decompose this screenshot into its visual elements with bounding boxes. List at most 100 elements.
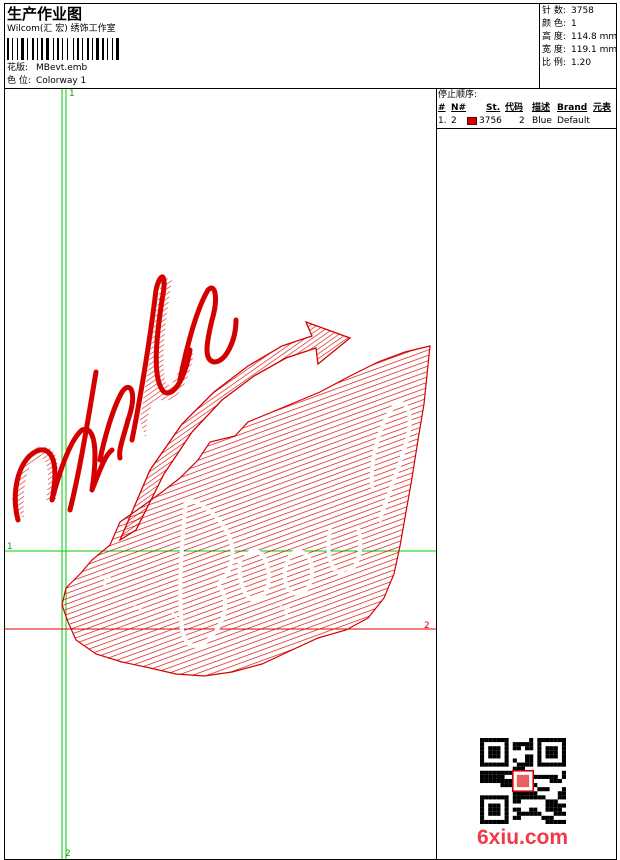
qr-module	[541, 815, 546, 820]
row-stitches: 3756	[479, 116, 502, 126]
col-index: #	[438, 103, 446, 113]
stat-height-value: 114.8 mm	[571, 32, 618, 42]
qr-module	[561, 811, 566, 816]
barcode-bar	[53, 38, 54, 60]
qr-module	[549, 815, 554, 820]
qr-module	[488, 750, 493, 755]
qr-module	[484, 762, 489, 767]
qr-module	[496, 778, 501, 784]
qr-module	[545, 819, 550, 824]
qr-module	[553, 778, 558, 784]
qr-module	[504, 778, 509, 784]
qr-module	[480, 762, 485, 767]
stop-sequence-row[interactable]: 1. 2 3756 2 Blue Default	[438, 116, 616, 127]
stat-scale-label: 比 例:	[542, 58, 566, 68]
qr-module	[496, 795, 501, 800]
qr-module	[484, 819, 489, 824]
qr-module	[561, 791, 566, 796]
qr-module	[529, 746, 534, 751]
barcode-bar	[73, 38, 74, 60]
qr-module	[512, 799, 517, 804]
qr-module	[488, 819, 493, 824]
qr-module	[516, 807, 521, 812]
barcode-bar	[67, 38, 68, 60]
qr-module	[488, 738, 493, 743]
qr-module	[480, 815, 485, 820]
qr-module	[504, 758, 509, 763]
qr-module	[496, 738, 501, 743]
barcode-bar	[32, 38, 34, 60]
qr-module	[533, 807, 538, 812]
design-value: MBevt.emb	[36, 63, 88, 73]
qr-module	[557, 738, 562, 743]
qr-module	[516, 762, 521, 767]
qr-module	[537, 774, 542, 779]
qr-module	[504, 795, 509, 800]
qr-module	[553, 738, 558, 743]
qr-module	[488, 811, 493, 816]
qr-module	[549, 738, 554, 743]
barcode-bar	[27, 38, 28, 60]
qr-module	[545, 762, 550, 767]
qr-module	[561, 762, 566, 767]
qr-module	[553, 819, 558, 824]
qr-module	[520, 742, 526, 747]
qr-module	[529, 811, 534, 816]
qr-module	[492, 795, 497, 800]
qr-module	[496, 754, 501, 759]
qr-module	[496, 807, 501, 812]
qr-module	[480, 746, 485, 751]
qr-module	[557, 762, 562, 767]
qr-module	[537, 754, 542, 759]
qr-module	[504, 815, 509, 820]
qr-module	[488, 795, 493, 800]
qr-module	[480, 754, 485, 759]
qr-module	[512, 746, 517, 751]
qr-module	[541, 795, 546, 800]
qr-module	[549, 774, 554, 779]
qr-module	[545, 787, 550, 792]
qr-module	[500, 819, 505, 824]
qr-module	[504, 754, 509, 759]
qr-module	[512, 758, 517, 763]
qr-module	[545, 774, 550, 779]
qr-module	[549, 778, 554, 784]
qr-module	[480, 807, 485, 812]
qr-module	[541, 787, 546, 792]
qr-module	[496, 803, 501, 808]
qr-module	[492, 750, 497, 755]
qr-module	[525, 795, 530, 800]
col-chart: 元表	[593, 103, 612, 113]
barcode-bar	[87, 38, 89, 60]
qr-module	[484, 774, 489, 779]
qr-module	[480, 795, 485, 800]
barcode-bar	[116, 38, 119, 60]
qr-module	[553, 750, 558, 755]
qr-module	[480, 774, 485, 779]
qr-module	[512, 807, 517, 812]
qr-module	[480, 799, 485, 804]
panel-divider	[436, 128, 617, 129]
qr-module	[520, 795, 526, 800]
barcode-bar	[57, 38, 59, 60]
barcode-bar	[21, 38, 24, 60]
qr-module	[496, 750, 501, 755]
watermark-text: 6xiu.com	[477, 826, 569, 849]
qr-module	[492, 819, 497, 824]
col-description: 描述	[532, 103, 551, 113]
page-title: 生产作业图	[7, 5, 83, 23]
qr-module	[529, 807, 534, 812]
qr-module	[488, 803, 493, 808]
qr-module	[504, 807, 509, 812]
barcode-bar	[37, 38, 38, 60]
qr-module	[500, 770, 505, 775]
qr-module	[537, 787, 542, 792]
qr-module	[484, 770, 489, 775]
barcode-bar	[107, 38, 108, 60]
company-name: Wilcom(汇 宏) 绣饰工作室	[7, 24, 116, 34]
qr-module	[484, 795, 489, 800]
qr-module	[557, 778, 562, 784]
qr-module	[537, 762, 542, 767]
design-label: 花版:	[7, 63, 29, 73]
qr-module	[529, 742, 534, 747]
